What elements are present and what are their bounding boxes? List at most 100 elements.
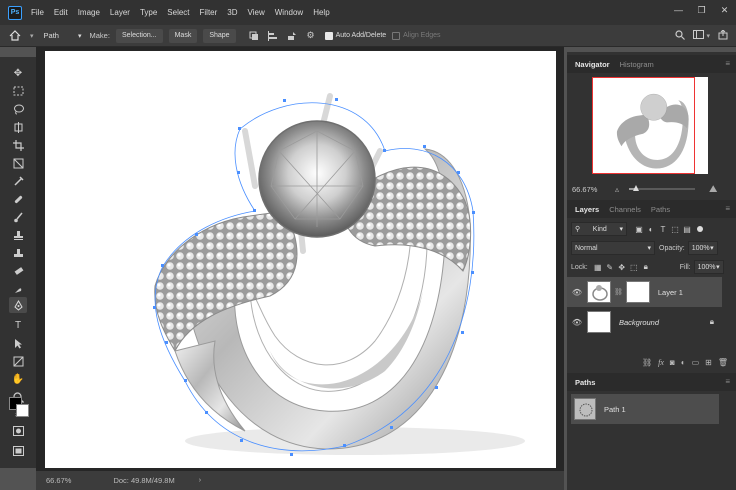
- smart-object-filter-icon[interactable]: ▤: [681, 225, 693, 234]
- adjustment-layer-icon[interactable]: ◐: [681, 358, 686, 367]
- navigator-zoom-value[interactable]: 66.67%: [572, 185, 597, 194]
- tab-layers[interactable]: Layers: [570, 200, 604, 218]
- tab-paths-panel[interactable]: Paths: [570, 373, 600, 391]
- menu-view[interactable]: View: [243, 8, 270, 17]
- tab-paths[interactable]: Paths: [646, 200, 675, 218]
- navigator-view-box[interactable]: [592, 77, 695, 174]
- clone-stamp-tool-icon[interactable]: [9, 227, 27, 243]
- panel-menu-icon[interactable]: ≡: [725, 59, 730, 68]
- add-mask-icon[interactable]: ◙: [670, 358, 675, 367]
- panel-menu-icon[interactable]: ≡: [725, 204, 730, 213]
- home-icon[interactable]: [0, 25, 30, 47]
- shape-filter-icon[interactable]: ⬚: [669, 225, 681, 234]
- layer-name[interactable]: Layer 1: [658, 288, 683, 297]
- adjustment-filter-icon[interactable]: ◐: [645, 225, 657, 234]
- auto-add-delete-checkbox[interactable]: [324, 31, 333, 40]
- path-arrangement-icon[interactable]: [284, 29, 300, 43]
- link-icon[interactable]: ⛓︎: [614, 288, 623, 296]
- gradient-tool-icon[interactable]: [9, 281, 27, 297]
- tab-navigator[interactable]: Navigator: [570, 55, 615, 73]
- menu-select[interactable]: Select: [162, 8, 194, 17]
- path-row-path-1[interactable]: Path 1: [571, 394, 719, 424]
- lock-artboard-icon[interactable]: ⬚: [628, 263, 640, 272]
- fill-field[interactable]: 100% ▾: [693, 260, 724, 274]
- close-button[interactable]: ✕: [713, 0, 736, 20]
- eraser-tool-icon[interactable]: [9, 263, 27, 279]
- zoom-out-icon[interactable]: ▵: [615, 185, 619, 194]
- layer-mask-thumbnail[interactable]: [625, 281, 650, 303]
- restore-button[interactable]: ❐: [690, 0, 713, 20]
- menu-image[interactable]: Image: [73, 8, 105, 17]
- link-layers-icon[interactable]: ⛓︎: [642, 358, 652, 367]
- status-doc-info[interactable]: Doc: 49.8M/49.8M: [113, 476, 174, 485]
- type-filter-icon[interactable]: T: [657, 225, 669, 234]
- navigator-zoom-handle[interactable]: [632, 185, 639, 191]
- brush-tool-icon[interactable]: [9, 209, 27, 225]
- document-canvas[interactable]: [45, 51, 556, 468]
- shape-tool-icon[interactable]: [9, 353, 27, 369]
- pen-mode-select[interactable]: Path ▾: [39, 28, 86, 43]
- pixel-filter-icon[interactable]: ▣: [633, 225, 645, 234]
- new-layer-icon[interactable]: ⊞: [705, 358, 712, 367]
- lock-transparent-pixels-icon[interactable]: ▦: [592, 263, 604, 272]
- chevron-down-icon[interactable]: ▾: [30, 32, 34, 40]
- tab-histogram[interactable]: Histogram: [615, 55, 659, 73]
- quick-selection-tool-icon[interactable]: [9, 119, 27, 135]
- type-tool-icon[interactable]: T: [9, 317, 27, 333]
- layer-filter-kind-select[interactable]: ⚲ Kind ▾: [571, 222, 627, 236]
- trash-icon[interactable]: 🗑︎: [718, 358, 728, 367]
- background-color-swatch[interactable]: [16, 404, 29, 417]
- navigator-zoom-slider[interactable]: [629, 185, 695, 191]
- menu-help[interactable]: Help: [308, 8, 334, 17]
- path-selection-tool-icon[interactable]: [9, 335, 27, 351]
- layer-row-layer-1[interactable]: 👁︎ ⛓︎ Layer 1: [567, 277, 722, 307]
- panel-menu-icon[interactable]: ≡: [725, 377, 730, 386]
- move-tool-icon[interactable]: ✥: [9, 65, 27, 81]
- path-alignment-icon[interactable]: [265, 29, 281, 43]
- make-shape-button[interactable]: Shape: [203, 28, 236, 43]
- chevron-right-icon[interactable]: ›: [199, 477, 201, 484]
- marquee-tool-icon[interactable]: [9, 83, 27, 99]
- healing-brush-tool-icon[interactable]: [9, 191, 27, 207]
- minimize-button[interactable]: —: [667, 0, 690, 20]
- make-selection-button[interactable]: Selection...: [115, 28, 163, 43]
- screen-mode-icon[interactable]: [9, 443, 27, 459]
- align-edges-checkbox[interactable]: [392, 31, 401, 40]
- lock-image-pixels-icon[interactable]: ✎: [604, 263, 616, 272]
- blend-mode-select[interactable]: Normal ▾: [571, 241, 655, 255]
- crop-tool-icon[interactable]: [9, 137, 27, 153]
- frame-tool-icon[interactable]: [9, 155, 27, 171]
- visibility-eye-icon[interactable]: 👁︎: [567, 288, 587, 297]
- visibility-eye-icon[interactable]: 👁︎: [567, 318, 587, 327]
- zoom-in-icon[interactable]: ⛰: [709, 184, 717, 195]
- quick-mask-icon[interactable]: [9, 423, 27, 439]
- filter-toggle-icon[interactable]: [697, 226, 703, 232]
- menu-edit[interactable]: Edit: [49, 8, 73, 17]
- path-operations-icon[interactable]: [246, 29, 262, 43]
- menu-3d[interactable]: 3D: [222, 8, 242, 17]
- menu-filter[interactable]: Filter: [195, 8, 223, 17]
- chevron-down-icon[interactable]: ▾: [706, 32, 710, 40]
- menu-layer[interactable]: Layer: [105, 8, 135, 17]
- menu-window[interactable]: Window: [270, 8, 308, 17]
- layer-row-background[interactable]: 👁︎ Background 🔒︎: [567, 307, 722, 337]
- canvas-area[interactable]: [36, 47, 564, 471]
- lasso-tool-icon[interactable]: [9, 101, 27, 117]
- new-group-icon[interactable]: ▭: [692, 358, 700, 367]
- lock-all-icon[interactable]: 🔒︎: [640, 262, 652, 272]
- lock-position-icon[interactable]: ✥: [616, 263, 628, 272]
- search-icon[interactable]: [675, 29, 686, 43]
- pen-tool-icon[interactable]: [9, 297, 27, 313]
- status-zoom[interactable]: 66.67%: [46, 476, 71, 485]
- path-name[interactable]: Path 1: [604, 405, 626, 414]
- history-brush-tool-icon[interactable]: [9, 245, 27, 261]
- hand-tool-icon[interactable]: ✋: [9, 371, 27, 387]
- tab-channels[interactable]: Channels: [604, 200, 646, 218]
- opacity-field[interactable]: 100% ▾: [687, 241, 718, 255]
- gear-icon[interactable]: ⚙: [303, 29, 319, 43]
- eyedropper-tool-icon[interactable]: [9, 173, 27, 189]
- navigator-thumbnail[interactable]: [592, 77, 708, 174]
- share-icon[interactable]: [718, 28, 728, 43]
- layer-name[interactable]: Background: [619, 318, 659, 327]
- make-mask-button[interactable]: Mask: [168, 28, 198, 43]
